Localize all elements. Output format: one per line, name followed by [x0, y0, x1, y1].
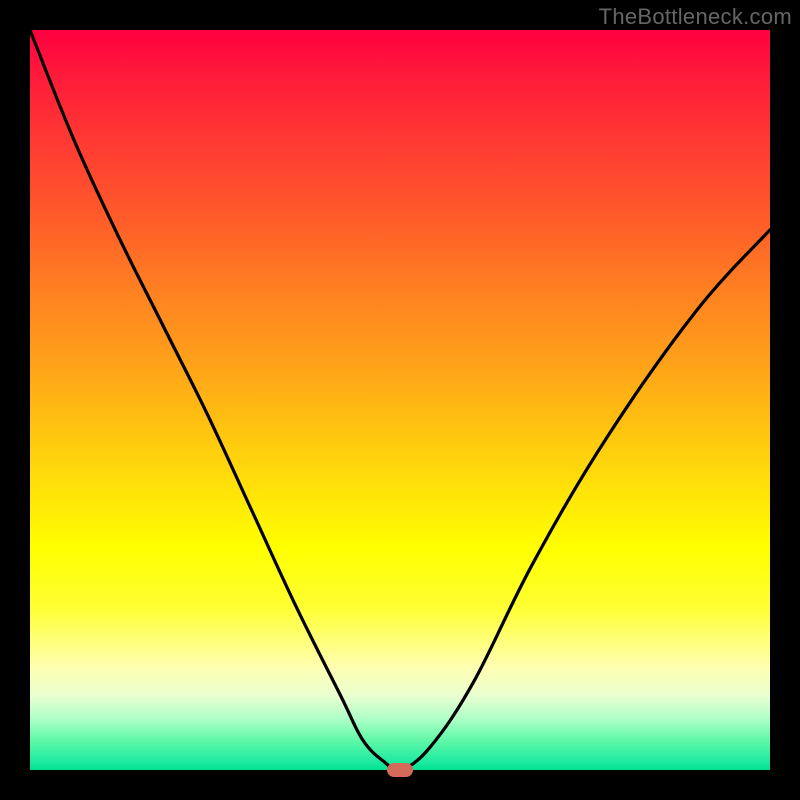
watermark-text: TheBottleneck.com	[599, 4, 792, 30]
bottleneck-curve	[30, 30, 770, 770]
curve-path	[30, 30, 770, 770]
plot-area	[30, 30, 770, 770]
min-marker	[387, 763, 413, 777]
chart-frame: TheBottleneck.com	[0, 0, 800, 800]
